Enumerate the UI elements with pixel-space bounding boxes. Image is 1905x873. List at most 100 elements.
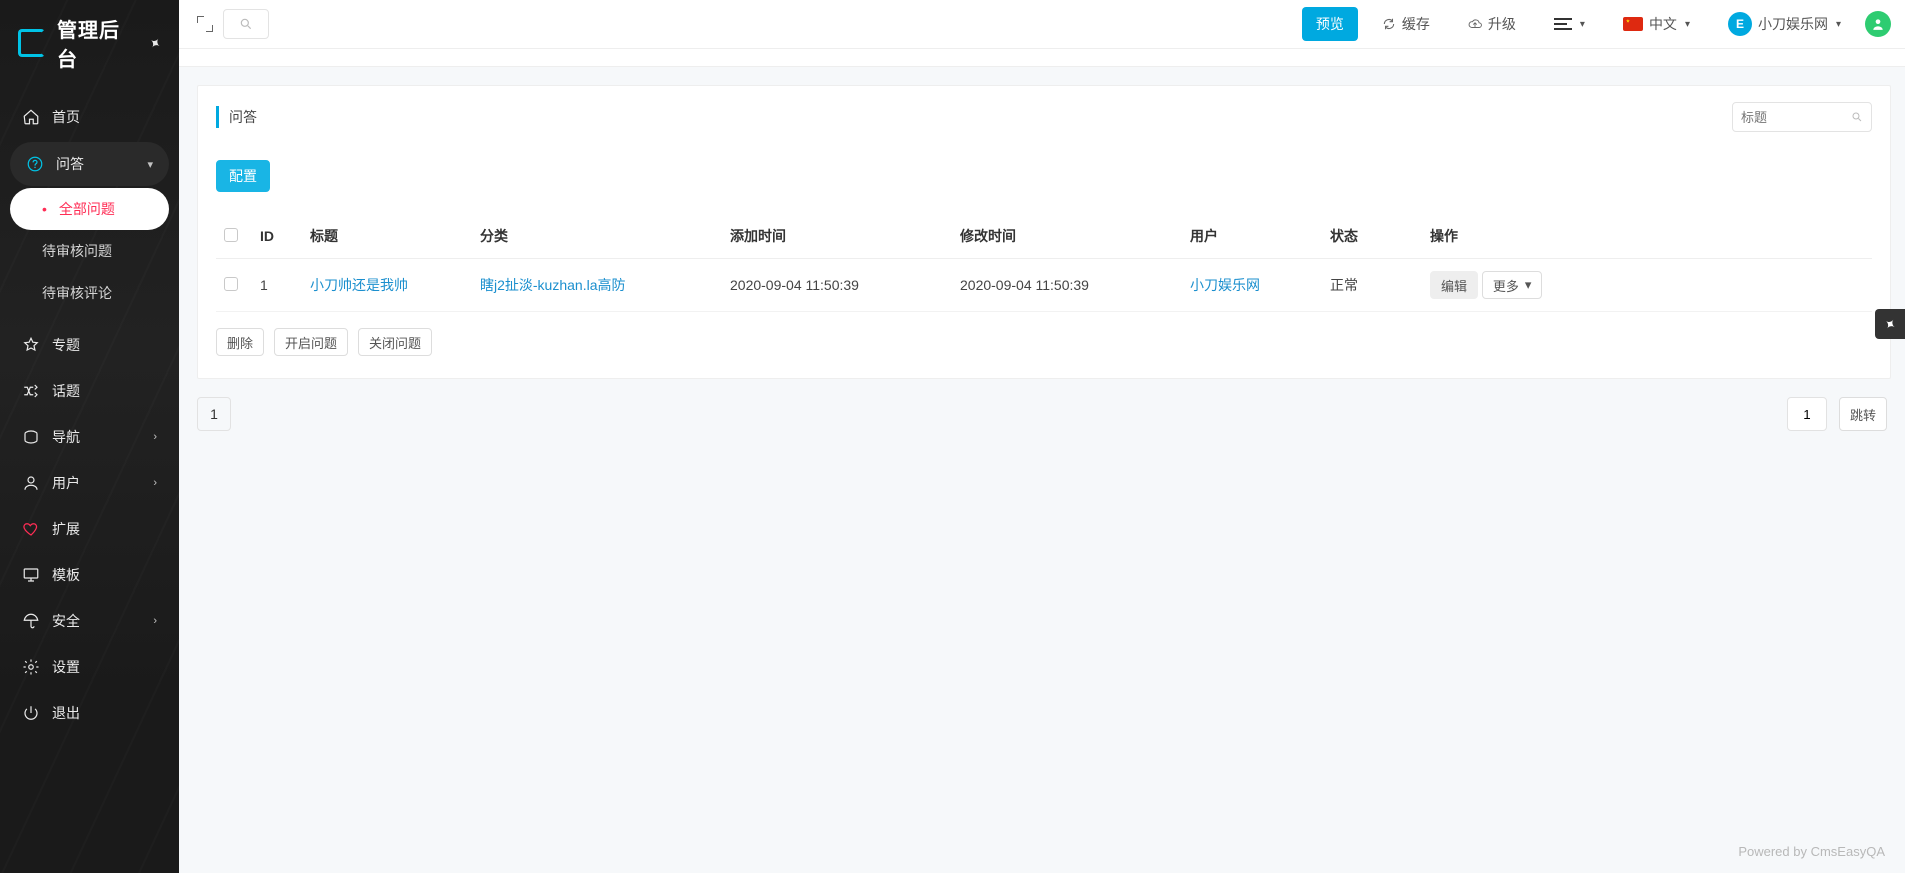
nav-logout[interactable]: 退出 [0, 690, 179, 736]
brand: 管理后台 ✦ [0, 0, 179, 94]
pin-icon: ✦ [1880, 314, 1899, 335]
nav-security[interactable]: 安全 › [0, 598, 179, 644]
user-icon [1871, 17, 1885, 31]
nav-label: 扩展 [52, 519, 80, 539]
bulk-open-button[interactable]: 开启问题 [274, 328, 348, 356]
nav-settings[interactable]: 设置 [0, 644, 179, 690]
chevron-right-icon: › [153, 615, 157, 627]
th-add: 添加时间 [722, 214, 952, 259]
sidebar: 管理后台 ✦ 首页 问答 ▾ 全部问题 待审核问题 待审核评论 专题 [0, 0, 179, 873]
page-input[interactable] [1787, 397, 1827, 431]
config-button[interactable]: 配置 [216, 160, 270, 192]
subnav-all-questions[interactable]: 全部问题 [10, 188, 169, 230]
th-title: 标题 [302, 214, 472, 259]
star-icon [22, 336, 40, 354]
chevron-down-icon: ▾ [1685, 19, 1690, 30]
nav-label: 用户 [52, 473, 80, 493]
panel: 问答 配置 ID 标题 分类 [197, 85, 1891, 379]
brand-title: 管理后台 [57, 14, 137, 72]
top-search[interactable] [223, 9, 269, 39]
checkbox-all[interactable] [224, 228, 238, 242]
pager: 1 跳转 [197, 397, 1887, 431]
nav-label: 专题 [52, 335, 80, 355]
nav: 首页 问答 ▾ 全部问题 待审核问题 待审核评论 专题 话题 [0, 94, 179, 756]
config-row: 配置 [216, 142, 1872, 200]
accent-bar [216, 106, 219, 128]
title-search-input[interactable] [1741, 110, 1845, 125]
cloud-up-icon [1468, 17, 1482, 31]
th-status: 状态 [1322, 214, 1422, 259]
panel-title: 问答 [229, 107, 1732, 127]
user-icon [22, 474, 40, 492]
upgrade-button[interactable]: 升级 [1454, 7, 1530, 41]
cell-title-link[interactable]: 小刀帅还是我帅 [310, 277, 408, 293]
brand-chip-icon: E [1728, 12, 1752, 36]
pin-icon[interactable]: ✦ [145, 33, 164, 54]
preview-button[interactable]: 预览 [1302, 7, 1358, 41]
nav-extension[interactable]: 扩展 [0, 506, 179, 552]
nav-navigation[interactable]: 导航 › [0, 414, 179, 460]
language-dropdown[interactable]: 中文 ▾ [1609, 7, 1704, 41]
more-dropdown[interactable]: 更多▾ [1482, 271, 1543, 299]
chevron-down-icon: ▾ [147, 158, 153, 171]
bulk-close-button[interactable]: 关闭问题 [358, 328, 432, 356]
logo-icon [18, 29, 45, 57]
lines-icon [1554, 18, 1572, 30]
page-current[interactable]: 1 [197, 397, 231, 431]
th-user: 用户 [1182, 214, 1322, 259]
tabs-remainder [179, 49, 1905, 67]
nav-label: 退出 [52, 703, 80, 723]
data-table: ID 标题 分类 添加时间 修改时间 用户 状态 操作 [216, 214, 1872, 312]
nav-label: 首页 [52, 107, 80, 127]
question-icon [26, 155, 44, 173]
nav-qa[interactable]: 问答 ▾ [10, 142, 169, 186]
nav-label: 安全 [52, 611, 80, 631]
home-icon [22, 108, 40, 126]
fullscreen-icon[interactable] [197, 16, 213, 32]
th-op: 操作 [1422, 214, 1872, 259]
cache-button[interactable]: 缓存 [1368, 7, 1444, 41]
nav-label: 设置 [52, 657, 80, 677]
heart-icon [22, 520, 40, 538]
float-pin-button[interactable]: ✦ [1875, 309, 1905, 339]
chevron-right-icon: › [153, 431, 157, 443]
power-icon [22, 704, 40, 722]
nav-template[interactable]: 模板 [0, 552, 179, 598]
monitor-icon [22, 566, 40, 584]
chevron-down-icon: ▾ [1525, 277, 1532, 293]
table-row: 1 小刀帅还是我帅 瞎j2扯淡-kuzhan.la高防 2020-09-04 1… [216, 259, 1872, 312]
page-jump-button[interactable]: 跳转 [1839, 397, 1887, 431]
cell-id: 1 [252, 259, 302, 312]
bulk-actions: 删除 开启问题 关闭问题 [216, 312, 1872, 356]
row-checkbox[interactable] [224, 277, 238, 291]
th-mod: 修改时间 [952, 214, 1182, 259]
main: 预览 缓存 升级 ▾ 中文 ▾ E 小刀娱乐网 ▾ [179, 0, 1905, 873]
title-search[interactable] [1732, 102, 1872, 132]
gear-icon [22, 658, 40, 676]
site-dropdown[interactable]: E 小刀娱乐网 ▾ [1714, 7, 1855, 41]
nav-user[interactable]: 用户 › [0, 460, 179, 506]
edit-button[interactable]: 编辑 [1430, 271, 1478, 299]
flag-cn-icon [1623, 17, 1643, 31]
avatar[interactable] [1865, 11, 1891, 37]
th-id: ID [252, 214, 302, 259]
nav-topic[interactable]: 话题 [0, 368, 179, 414]
panel-head: 问答 [216, 86, 1872, 142]
cell-cat-link[interactable]: 瞎j2扯淡-kuzhan.la高防 [480, 277, 626, 293]
cell-add: 2020-09-04 11:50:39 [722, 259, 952, 312]
footer-text: Powered by CmsEasyQA [1738, 844, 1885, 859]
chevron-right-icon: › [153, 477, 157, 489]
layout-dropdown[interactable]: ▾ [1540, 7, 1599, 41]
bulk-delete-button[interactable]: 删除 [216, 328, 264, 356]
chevron-down-icon: ▾ [1836, 19, 1841, 30]
subnav-pending-comments[interactable]: 待审核评论 [10, 272, 169, 314]
refresh-icon [1382, 17, 1396, 31]
nav-special[interactable]: 专题 [0, 322, 179, 368]
nav-label: 导航 [52, 427, 80, 447]
nav-label: 话题 [52, 381, 80, 401]
cell-user-link[interactable]: 小刀娱乐网 [1190, 277, 1260, 293]
nav-home[interactable]: 首页 [0, 94, 179, 140]
nav-icon [22, 428, 40, 446]
subnav-pending-questions[interactable]: 待审核问题 [10, 230, 169, 272]
topbar: 预览 缓存 升级 ▾ 中文 ▾ E 小刀娱乐网 ▾ [179, 0, 1905, 49]
